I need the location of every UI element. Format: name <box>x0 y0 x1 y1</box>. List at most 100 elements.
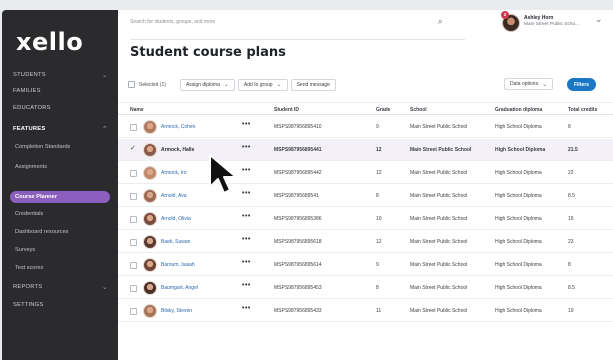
more-options-icon[interactable]: ••• <box>242 305 251 312</box>
graduation-diploma: High School Diploma <box>495 285 542 291</box>
filters-button[interactable]: Filters <box>567 78 596 91</box>
grade: 12 <box>376 239 382 245</box>
student-name-link[interactable]: Armock, Cohen <box>161 124 195 130</box>
sidebar-item-settings[interactable]: SETTINGS <box>13 298 108 312</box>
sidebar-item-students[interactable]: STUDENTS ⌄ <box>13 68 108 82</box>
column-header-grade[interactable]: Grade <box>376 107 390 113</box>
sidebar-item-label: STUDENTS <box>13 72 46 78</box>
total-credits: 8.5 <box>568 193 575 199</box>
more-options-icon[interactable]: ••• <box>242 236 251 243</box>
xello-logo: xello <box>16 28 84 56</box>
student-id: MSPS987956895618 <box>274 239 322 245</box>
search-input[interactable]: Search for students, groups, and more <box>130 16 465 40</box>
student-name-link[interactable]: Barnum, Isaiah <box>161 262 195 268</box>
row-checkbox[interactable] <box>130 124 137 131</box>
student-name-link[interactable]: Baumgart, Angel <box>161 285 198 291</box>
avatar <box>143 166 157 180</box>
row-checkbox[interactable] <box>130 262 137 269</box>
table-row[interactable]: ✓ Armock, Halle ••• MSPS987956895441 12 Main … <box>118 139 613 161</box>
button-label: Send message <box>296 81 330 88</box>
selected-count: Selected (1) <box>139 81 166 88</box>
student-id: MSPS987956895614 <box>274 262 322 268</box>
grade: 10 <box>376 216 382 222</box>
student-name-link[interactable]: Armock, Iro <box>161 170 187 176</box>
sidebar-sub-credentials[interactable]: Credentials <box>15 211 43 217</box>
row-checkbox[interactable] <box>130 193 137 200</box>
chevron-down-icon: ⌄ <box>101 71 108 79</box>
table-row[interactable]: Bilsky, Steven ••• MSPS987956895433 11 Main … <box>118 300 613 322</box>
sidebar-item-reports[interactable]: REPORTS ⌄ <box>13 280 108 294</box>
school: Main Street Public School <box>410 285 468 291</box>
column-header-graduation-diploma[interactable]: Graduation diploma <box>495 107 542 113</box>
chevron-down-icon[interactable]: ⌄ <box>595 15 603 25</box>
student-name-link[interactable]: Arnold, Ava <box>161 193 186 199</box>
user-name: Ashley Horn <box>524 15 554 21</box>
button-label: Add to group <box>243 81 273 88</box>
chevron-down-icon: ⌄ <box>223 81 229 88</box>
student-id: MSPS987956895441 <box>274 147 322 153</box>
avatar <box>143 189 157 203</box>
sidebar-sub-test-scores[interactable]: Test scores <box>15 265 43 271</box>
page-title: Student course plans <box>130 45 286 60</box>
more-options-icon[interactable]: ••• <box>242 259 251 266</box>
grade: 8 <box>376 193 379 199</box>
mouse-cursor-icon <box>209 154 237 194</box>
student-name-link[interactable]: Arnold, Olivia <box>161 216 191 222</box>
table-row[interactable]: Armock, Cohen ••• MSPS987956895410 9 Main St… <box>118 116 613 138</box>
table-row[interactable]: Baumgart, Angel ••• MSPS987956895453 8 Main … <box>118 277 613 299</box>
sidebar-item-features[interactable]: FEATURES ⌃ <box>13 122 108 136</box>
notification-badge: 2 <box>501 11 509 19</box>
sidebar-sub-dashboard-resources[interactable]: Dashboard resources <box>15 229 68 235</box>
data-options-button[interactable]: Data options ⌄ <box>504 78 554 90</box>
sidebar-sub-course-planner[interactable]: Course Planner <box>15 194 57 200</box>
sidebar-item-label: EDUCATORS <box>13 105 51 111</box>
avatar <box>143 143 157 157</box>
more-options-icon[interactable]: ••• <box>242 144 251 151</box>
column-header-student-id[interactable]: Student ID <box>274 107 299 113</box>
app-frame: xello STUDENTS ⌄ FAMILIES EDUCATORS FEAT… <box>0 0 613 360</box>
sidebar-sub-assignments[interactable]: Assignments <box>15 164 47 170</box>
select-all-checkbox[interactable] <box>128 81 135 88</box>
total-credits: 8 <box>568 262 571 268</box>
row-checkbox[interactable] <box>130 308 137 315</box>
student-id: MSPS987956895442 <box>274 170 322 176</box>
search-icon[interactable]: ⌕ <box>438 17 442 27</box>
table-row[interactable]: Barnum, Isaiah ••• MSPS987956895614 9 Main S… <box>118 254 613 276</box>
row-checkbox[interactable] <box>130 285 137 292</box>
student-name-link[interactable]: Bilsky, Steven <box>161 308 192 314</box>
sidebar-sub-surveys[interactable]: Surveys <box>15 247 35 253</box>
table-row[interactable]: Baek, Suwan ••• MSPS987956895618 12 Main Str… <box>118 231 613 253</box>
total-credits: 19 <box>568 308 574 314</box>
student-name-link[interactable]: Baek, Suwan <box>161 239 190 245</box>
table-row[interactable]: Arnold, Ava ••• MSPS98795689541 8 Main Stree… <box>118 185 613 207</box>
column-header-total-credits[interactable]: Total credits <box>568 107 597 113</box>
row-checkbox[interactable] <box>130 239 137 246</box>
column-header-school[interactable]: School <box>410 107 427 113</box>
more-options-icon[interactable]: ••• <box>242 282 251 289</box>
student-id: MSPS98795689541 <box>274 193 319 199</box>
row-checkbox-checked[interactable]: ✓ <box>130 144 136 152</box>
row-checkbox[interactable] <box>130 216 137 223</box>
graduation-diploma: High School Diploma <box>495 147 546 153</box>
column-header-name[interactable]: Name <box>130 107 144 113</box>
sidebar-item-educators[interactable]: EDUCATORS <box>13 101 108 115</box>
student-name-link[interactable]: Armock, Halle <box>161 147 194 153</box>
row-checkbox[interactable] <box>130 170 137 177</box>
chevron-down-icon: ⌄ <box>101 283 108 291</box>
more-options-icon[interactable]: ••• <box>242 121 251 128</box>
table-row[interactable]: Arnold, Olivia ••• MSPS987956895386 10 Main … <box>118 208 613 230</box>
school: Main Street Public School <box>410 124 468 130</box>
assign-diploma-button[interactable]: Assign diploma ⌄ <box>179 78 235 91</box>
school: Main Street Public School <box>410 308 468 314</box>
school: Main Street Public School <box>410 239 468 245</box>
send-message-button[interactable]: Send message <box>290 78 336 91</box>
table-row[interactable]: Armock, Iro ••• MSPS987956895442 12 Main Str… <box>118 162 613 184</box>
grade: 9 <box>376 262 379 268</box>
more-options-icon[interactable]: ••• <box>242 213 251 220</box>
sidebar-item-label: FAMILIES <box>13 88 41 94</box>
avatar <box>143 235 157 249</box>
sidebar-sub-completion-standards[interactable]: Completion Standards <box>15 144 70 150</box>
sidebar-item-families[interactable]: FAMILIES <box>13 84 108 98</box>
add-to-group-button[interactable]: Add to group ⌄ <box>237 78 288 91</box>
avatar <box>143 304 157 318</box>
